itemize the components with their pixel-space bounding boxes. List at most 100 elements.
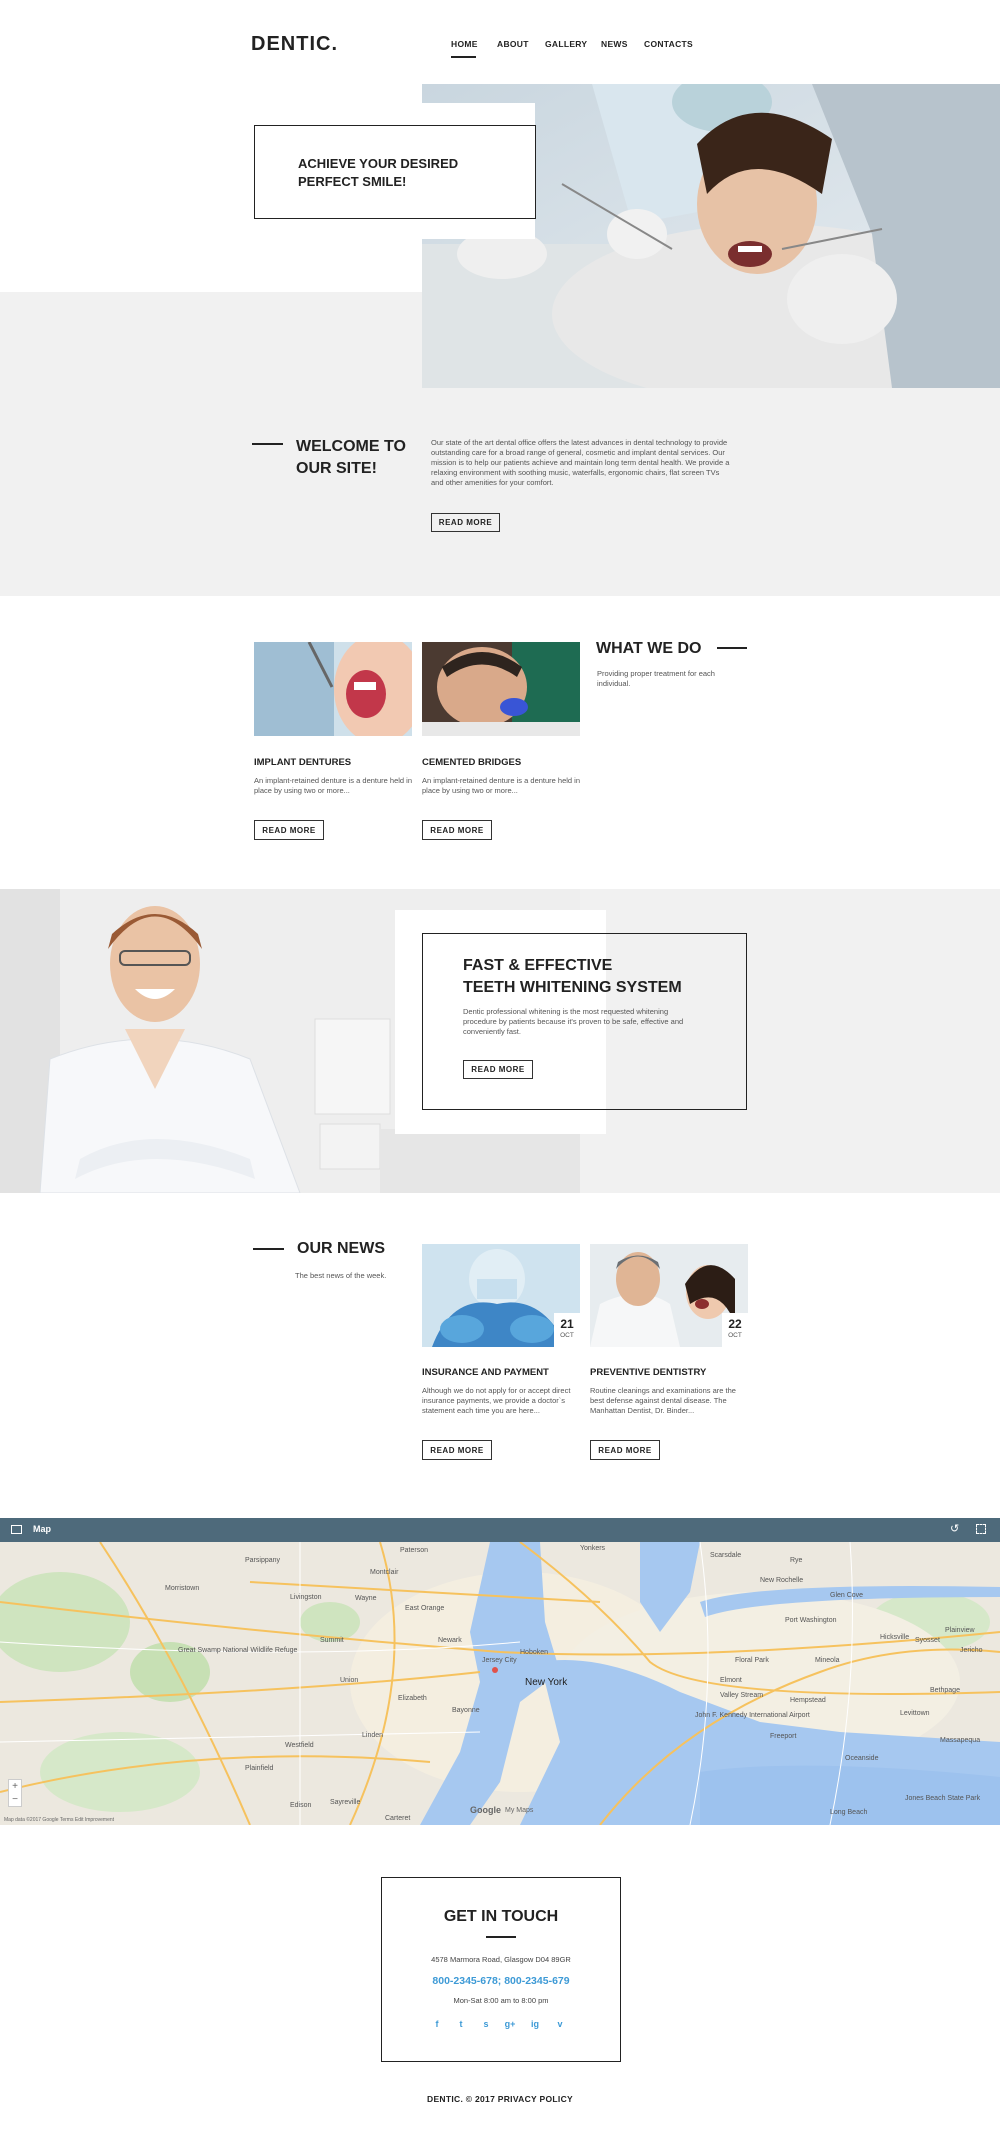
- map-place-label: Bethpage: [930, 1687, 960, 1694]
- service-image-bridges[interactable]: [422, 642, 580, 736]
- service-implant-read-more-button[interactable]: READ MORE: [254, 820, 324, 840]
- map-label[interactable]: Map: [33, 1524, 51, 1534]
- news-text-insurance: Although we do not apply for or accept d…: [422, 1386, 571, 1415]
- map-place-label: Levittown: [900, 1710, 930, 1717]
- map-place-label: Summit: [320, 1637, 344, 1644]
- map-place-label: Morristown: [165, 1585, 199, 1592]
- share-icon[interactable]: ↺: [950, 1522, 959, 1535]
- map-place-label: Wayne: [355, 1595, 377, 1602]
- map-city-label: New York: [525, 1677, 568, 1688]
- what-we-do-dash: [717, 647, 747, 649]
- skype-icon[interactable]: s: [480, 2019, 492, 2031]
- map-place-label: Westfield: [285, 1742, 314, 1749]
- twitter-icon[interactable]: t: [455, 2019, 467, 2031]
- map-place-label: Linden: [362, 1732, 383, 1739]
- map-place-label: Hicksville: [880, 1634, 909, 1641]
- contact-divider: [486, 1936, 516, 1938]
- map-place-label: Long Beach: [830, 1809, 867, 1816]
- service-bridges-read-more-button[interactable]: READ MORE: [422, 820, 492, 840]
- map-place-label: Sayreville: [330, 1799, 360, 1806]
- news-dash: [253, 1248, 284, 1250]
- site-logo[interactable]: DENTIC.: [251, 33, 338, 56]
- map-place-label: Scarsdale: [710, 1552, 741, 1559]
- news-title-preventive[interactable]: PREVENTIVE DENTISTRY: [590, 1367, 706, 1378]
- map-pin-icon: [492, 1667, 498, 1673]
- fullscreen-icon[interactable]: [976, 1524, 986, 1534]
- nav-news[interactable]: NEWS: [601, 39, 628, 49]
- news-date-preventive: 22 OCT: [722, 1313, 748, 1347]
- service-image-implant[interactable]: [254, 642, 412, 736]
- nav-active-indicator: [451, 56, 476, 58]
- news-insurance-read-more-button[interactable]: READ MORE: [422, 1440, 492, 1460]
- nav-gallery[interactable]: GALLERY: [545, 39, 587, 49]
- facebook-icon[interactable]: f: [431, 2019, 443, 2031]
- service-text-bridges: An implant-retained denture is a denture…: [422, 776, 581, 795]
- map-place-label: Rye: [790, 1557, 803, 1564]
- map-view[interactable]: Newark Jersey City Elizabeth Bayonne Hoboken…: [0, 1542, 1000, 1825]
- service-text-implant: An implant-retained denture is a denture…: [254, 776, 413, 795]
- map-place-label: John F. Kennedy International Airport: [695, 1712, 810, 1719]
- map-myplaces-label: My Maps: [505, 1807, 534, 1814]
- map-attribution: Map data ©2017 Google Terms Edit Improve…: [4, 1817, 115, 1823]
- what-we-do-subtitle: Providing proper treatment for each indi…: [597, 669, 715, 688]
- map-place-label: Port Washington: [785, 1617, 837, 1624]
- hero-title: ACHIEVE YOUR DESIRED PERFECT SMILE!: [298, 156, 459, 189]
- contact-address: 4578 Marmora Road, Glasgow D04 89GR: [431, 1955, 571, 1964]
- map-place-label: Jericho: [960, 1647, 983, 1654]
- map-place-label: Hempstead: [790, 1697, 826, 1704]
- nav-about[interactable]: ABOUT: [497, 39, 529, 49]
- news-image-preventive[interactable]: 22 OCT: [590, 1244, 748, 1347]
- map-place-label: Newark: [438, 1637, 462, 1644]
- welcome-dash: [252, 443, 283, 445]
- map-place-label: Yonkers: [580, 1545, 606, 1552]
- welcome-title: WELCOME TO OUR SITE!: [296, 438, 406, 477]
- map-place-label: New Rochelle: [760, 1577, 803, 1584]
- news-date-insurance: 21 OCT: [554, 1313, 580, 1347]
- map-place-label: Jones Beach State Park: [905, 1795, 981, 1802]
- nav-home[interactable]: HOME: [451, 39, 478, 49]
- contact-hours: Mon-Sat 8:00 am to 8:00 pm: [453, 1996, 549, 2005]
- whitening-title: FAST & EFFECTIVE TEETH WHITENING SYSTEM: [463, 957, 682, 996]
- map-sidebar-icon[interactable]: [11, 1525, 22, 1534]
- map-place-label: Floral Park: [735, 1657, 769, 1664]
- nav-contacts[interactable]: CONTACTS: [644, 39, 693, 49]
- contact-phone[interactable]: 800-2345-678; 800-2345-679: [381, 1975, 621, 1987]
- instagram-icon[interactable]: ig: [529, 2019, 541, 2031]
- vimeo-icon[interactable]: v: [554, 2019, 566, 2031]
- map-place-label: Carteret: [385, 1815, 410, 1822]
- news-title: OUR NEWS: [297, 1240, 385, 1257]
- map-place-label: Parsippany: [245, 1557, 281, 1564]
- map-place-label: Mineola: [815, 1657, 840, 1664]
- map-place-label: Valley Stream: [720, 1692, 763, 1699]
- map-place-label: Edison: [290, 1802, 312, 1809]
- map-place-label: Syosset: [915, 1637, 940, 1644]
- welcome-text: Our state of the art dental office offer…: [431, 438, 730, 487]
- map-toolbar: Map ↺: [0, 1518, 1000, 1542]
- map-place-label: Montclair: [370, 1569, 399, 1576]
- map-place-label: Livingston: [290, 1594, 322, 1601]
- map-place-label: East Orange: [405, 1605, 444, 1612]
- map-place-label: Glen Cove: [830, 1592, 863, 1599]
- map-place-label: Bayonne: [452, 1707, 480, 1714]
- google-logo: Google: [470, 1805, 501, 1815]
- map-place-label: Plainfield: [245, 1765, 274, 1772]
- map-place-label: Union: [340, 1677, 358, 1684]
- news-title-insurance[interactable]: INSURANCE AND PAYMENT: [422, 1367, 549, 1378]
- news-image-insurance[interactable]: 21 OCT: [422, 1244, 580, 1347]
- google-plus-icon[interactable]: g+: [504, 2019, 516, 2031]
- map-zoom-control[interactable]: + −: [8, 1779, 22, 1807]
- news-preventive-read-more-button[interactable]: READ MORE: [590, 1440, 660, 1460]
- contact-title: GET IN TOUCH: [443, 1908, 559, 1925]
- map-place-label: Jersey City: [482, 1657, 517, 1664]
- map-place-label: Great Swamp National Wildlife Refuge: [178, 1647, 298, 1654]
- map-place-label: Massapequa: [940, 1737, 980, 1744]
- whitening-read-more-button[interactable]: READ MORE: [463, 1060, 533, 1079]
- welcome-read-more-button[interactable]: READ MORE: [431, 513, 500, 532]
- what-we-do-title: WHAT WE DO: [596, 640, 702, 657]
- news-subtitle: The best news of the week.: [295, 1271, 387, 1280]
- service-title-bridges: CEMENTED BRIDGES: [422, 757, 522, 768]
- news-text-preventive: Routine cleanings and examinations are t…: [590, 1386, 736, 1415]
- map-place-label: Plainview: [945, 1627, 976, 1634]
- map-place-label: Elmont: [720, 1677, 742, 1684]
- footer-text[interactable]: DENTIC. © 2017 PRIVACY POLICY: [0, 2094, 1000, 2104]
